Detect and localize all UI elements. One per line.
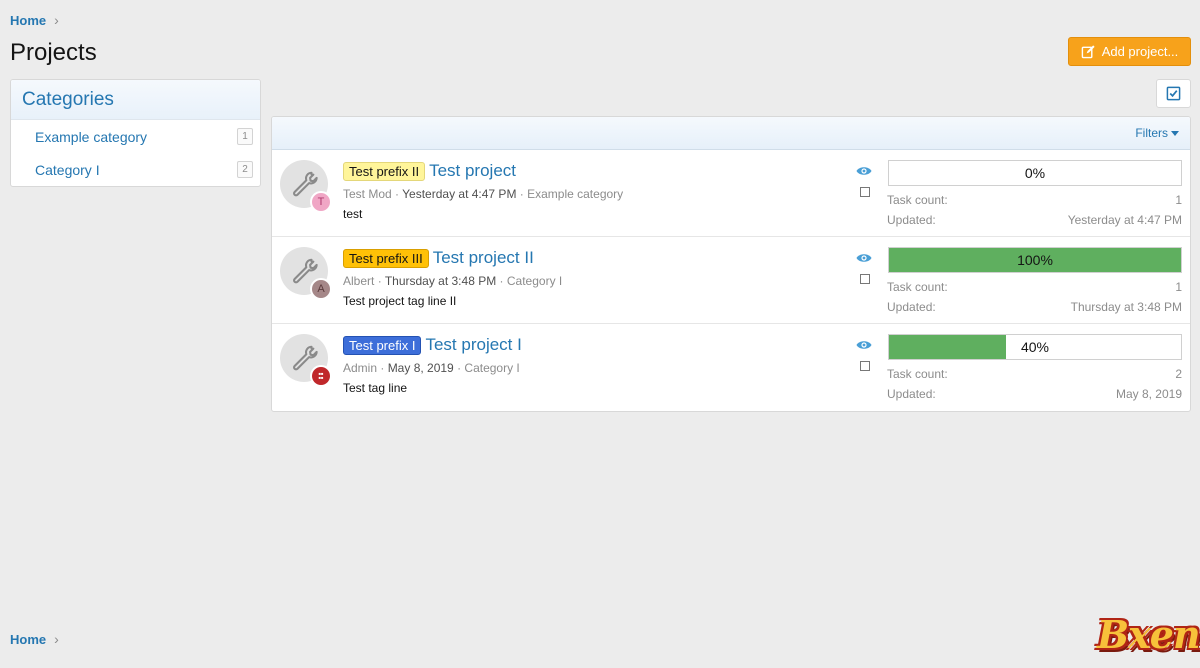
task-count-stat: Task count: 1 [887, 193, 1182, 207]
project-title-line: Test prefix II Test project [343, 161, 516, 181]
progress-text: 40% [1020, 339, 1050, 355]
eye-icon[interactable] [856, 165, 872, 177]
eye-icon[interactable] [856, 252, 872, 264]
select-checkbox[interactable] [860, 187, 870, 197]
watermark-logo: Bxen [1097, 612, 1200, 657]
breadcrumb-bottom: Home › [10, 631, 59, 647]
project-category[interactable]: Example category [527, 187, 623, 201]
select-toggle-button[interactable] [1156, 79, 1191, 108]
breadcrumb-home-link[interactable]: Home [10, 13, 46, 28]
chevron-right-icon: › [54, 12, 59, 28]
add-project-button[interactable]: Add project... [1068, 37, 1191, 66]
category-item-example[interactable]: Example category 1 [11, 120, 260, 153]
caret-down-icon [1171, 130, 1179, 136]
project-author[interactable]: Albert [343, 274, 374, 288]
updated-stat: Updated: Yesterday at 4:47 PM [887, 213, 1182, 227]
eye-icon[interactable] [856, 339, 872, 351]
updated-label: Updated: [887, 213, 936, 227]
check-square-icon [1166, 86, 1181, 101]
progress-text: 100% [1017, 252, 1053, 268]
task-count-value: 1 [1175, 280, 1182, 294]
project-title-line: Test prefix III Test project II [343, 248, 534, 268]
category-item-category-i[interactable]: Category I 2 [11, 153, 260, 186]
updated-label: Updated: [887, 300, 936, 314]
category-label: Example category [35, 128, 148, 145]
filters-label: Filters [1135, 126, 1168, 140]
project-tagline: Test project tag line II [343, 294, 457, 308]
category-count-badge: 1 [237, 128, 253, 145]
progress-text: 0% [1024, 165, 1046, 181]
avatar[interactable]: T [310, 191, 332, 213]
task-count-label: Task count: [887, 193, 948, 207]
updated-label: Updated: [887, 387, 936, 401]
project-meta: Albert · Thursday at 3:48 PM · Category … [343, 274, 563, 288]
project-prefix-badge[interactable]: Test prefix I [343, 335, 422, 355]
project-category[interactable]: Category I [507, 274, 562, 288]
project-date[interactable]: Yesterday at 4:47 PM [402, 187, 516, 201]
select-checkbox[interactable] [860, 361, 870, 371]
categories-title: Categories [11, 80, 260, 120]
project-title-link[interactable]: Test project II [433, 248, 534, 268]
project-author[interactable]: Admin [343, 361, 377, 375]
project-row: ■■ ■■ Test prefix I Test project I Admin … [272, 324, 1190, 411]
project-title-link[interactable]: Test project [429, 161, 516, 181]
project-prefix-badge[interactable]: Test prefix II [343, 161, 426, 181]
project-author[interactable]: Test Mod [343, 187, 392, 201]
task-count-label: Task count: [887, 280, 948, 294]
filter-bar: Filters [272, 117, 1190, 150]
page-title: Projects [10, 39, 97, 66]
select-checkbox[interactable] [860, 274, 870, 284]
progress-bar: 40% [888, 334, 1182, 360]
task-count-value: 1 [1175, 193, 1182, 207]
task-count-stat: Task count: 2 [887, 367, 1182, 381]
project-date[interactable]: Thursday at 3:48 PM [385, 274, 496, 288]
avatar[interactable]: A [310, 278, 332, 300]
task-count-value: 2 [1175, 367, 1182, 381]
progress-bar: 0% [888, 160, 1182, 186]
categories-sidebar: Categories Example category 1 Category I… [10, 79, 261, 187]
edit-icon [1081, 45, 1095, 59]
updated-value: Thursday at 3:48 PM [1070, 300, 1182, 314]
updated-value: Yesterday at 4:47 PM [1067, 213, 1182, 227]
progress-bar: 100% [888, 247, 1182, 273]
project-title-link[interactable]: Test project I [425, 335, 521, 355]
project-row: A Test prefix III Test project II Albert… [272, 237, 1190, 324]
updated-value: May 8, 2019 [1115, 387, 1182, 401]
breadcrumb: Home › [10, 12, 59, 28]
project-date[interactable]: May 8, 2019 [388, 361, 454, 375]
project-tagline: test [343, 207, 363, 221]
category-count-badge: 2 [237, 161, 253, 178]
breadcrumb-home-link[interactable]: Home [10, 632, 46, 647]
project-category[interactable]: Category I [464, 361, 519, 375]
task-count-stat: Task count: 1 [887, 280, 1182, 294]
avatar[interactable]: ■■ ■■ [310, 365, 332, 387]
filters-dropdown[interactable]: Filters [1135, 126, 1179, 140]
updated-stat: Updated: Thursday at 3:48 PM [887, 300, 1182, 314]
add-project-label: Add project... [1101, 44, 1179, 59]
project-prefix-badge[interactable]: Test prefix III [343, 248, 429, 268]
updated-stat: Updated: May 8, 2019 [887, 387, 1182, 401]
avatar-image-icon: ■■ ■■ [318, 371, 324, 380]
project-tagline: Test tag line [343, 381, 408, 395]
project-meta: Admin · May 8, 2019 · Category I [343, 361, 520, 375]
project-meta: Test Mod · Yesterday at 4:47 PM · Exampl… [343, 187, 624, 201]
project-row: T Test prefix II Test project Test Mod ·… [272, 150, 1190, 237]
project-list: Filters T Test prefix II Test project Te… [271, 116, 1191, 412]
task-count-label: Task count: [887, 367, 948, 381]
project-title-line: Test prefix I Test project I [343, 335, 522, 355]
category-label: Category I [35, 161, 100, 178]
chevron-right-icon: › [54, 631, 59, 647]
